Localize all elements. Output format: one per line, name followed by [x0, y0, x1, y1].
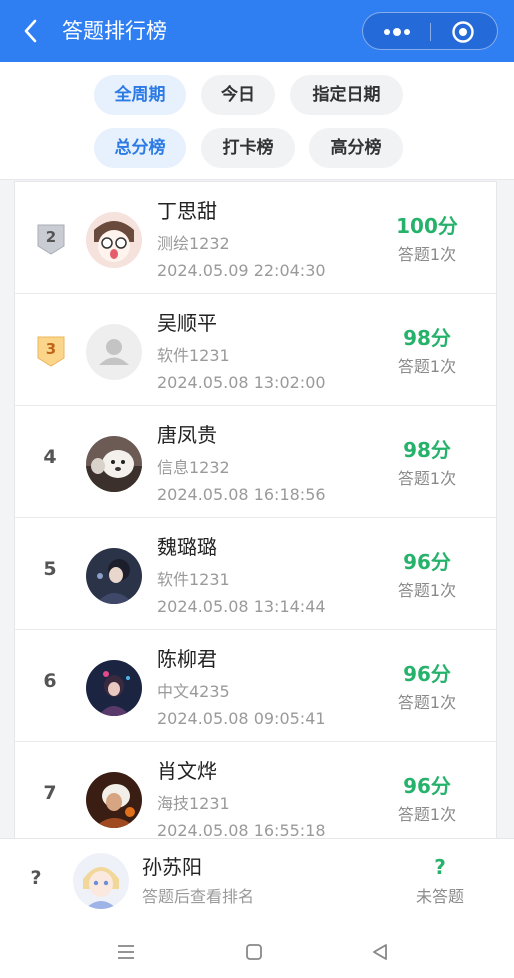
target-circle-icon[interactable]: [451, 20, 475, 44]
score-value: 98分: [403, 438, 451, 462]
class-label: 信息1232: [157, 458, 230, 477]
tab-total-score[interactable]: 总分榜: [94, 128, 186, 168]
answer-count: 答题1次: [397, 245, 457, 264]
system-nav-bar: [0, 926, 514, 978]
default-user-avatar: [86, 324, 142, 380]
answer-count: 答题1次: [397, 693, 457, 712]
avatar: [86, 660, 142, 716]
rank-number: 5: [43, 558, 57, 580]
filter-specific-date[interactable]: 指定日期: [290, 75, 403, 115]
user-name: 吴顺平: [157, 311, 217, 335]
class-label: 测绘1232: [157, 234, 230, 253]
ranking-row[interactable]: 3 吴顺平 软件1231 2024.05.08 13:02:00 98分 答题1…: [15, 294, 496, 406]
class-label: 海技1231: [157, 794, 230, 813]
score-value: 96分: [403, 774, 451, 798]
class-label: 软件1231: [157, 570, 230, 589]
avatar: [86, 548, 142, 604]
my-rank-hint: 答题后查看排名: [142, 887, 255, 906]
ranking-row[interactable]: 2 丁思甜 测绘1232 2024.05.09 22:04:30 100分 答题…: [15, 182, 496, 294]
timestamp: 2024.05.08 13:14:44: [157, 597, 326, 616]
title-bar: 答题排行榜: [0, 0, 514, 62]
timestamp: 2024.05.08 16:18:56: [157, 485, 326, 504]
score-value: 96分: [403, 662, 451, 686]
score-value: 98分: [403, 326, 451, 350]
avatar: [86, 212, 142, 268]
filter-today[interactable]: 今日: [201, 75, 275, 115]
ranking-list[interactable]: 2 丁思甜 测绘1232 2024.05.09 22:04:30 100分 答题…: [14, 181, 497, 841]
capsule-divider: [430, 23, 431, 41]
user-name: 陈柳君: [157, 647, 217, 671]
timestamp: 2024.05.08 09:05:41: [157, 709, 326, 728]
filter-panel: 全周期 今日 指定日期 总分榜 打卡榜 高分榜: [0, 62, 514, 180]
user-name: 丁思甜: [157, 199, 217, 223]
tab-checkin[interactable]: 打卡榜: [201, 128, 295, 168]
my-avatar: [73, 853, 129, 909]
ranking-row[interactable]: 7 肖文烨 海技1231 2024.05.08 16:55:18 96分 答题1…: [15, 742, 496, 840]
timestamp: 2024.05.09 22:04:30: [157, 261, 326, 280]
user-name: 魏璐璐: [157, 535, 217, 559]
more-dots-icon[interactable]: [379, 23, 415, 41]
ranking-row[interactable]: 6 陈柳君 中文4235 2024.05.08 09:05:41 96分 答题1…: [15, 630, 496, 742]
chevron-left-icon[interactable]: [20, 17, 42, 45]
tab-high-score[interactable]: 高分榜: [309, 128, 403, 168]
rank-number: 2: [45, 228, 57, 246]
my-score: ?: [434, 855, 446, 879]
bronze-medal-icon: 3: [35, 334, 67, 368]
mini-program-capsule: [362, 12, 498, 50]
menu-icon[interactable]: [112, 938, 140, 966]
score-value: 100分: [396, 214, 458, 238]
avatar: [86, 436, 142, 492]
answer-count: 答题1次: [397, 469, 457, 488]
answer-count: 答题1次: [397, 357, 457, 376]
class-label: 中文4235: [157, 682, 230, 701]
timestamp: 2024.05.08 13:02:00: [157, 373, 326, 392]
rank-number: 4: [43, 446, 57, 468]
avatar: [86, 772, 142, 828]
score-value: 96分: [403, 550, 451, 574]
silver-medal-icon: 2: [35, 222, 67, 256]
class-label: 软件1231: [157, 346, 230, 365]
home-square-icon[interactable]: [240, 938, 268, 966]
rank-number: 7: [43, 782, 57, 804]
user-name: 肖文烨: [157, 759, 217, 783]
answer-count: 答题1次: [397, 581, 457, 600]
page-title: 答题排行榜: [62, 19, 167, 43]
my-status: 未答题: [415, 887, 464, 906]
ranking-row[interactable]: 4 唐凤贵 信息1232 2024.05.08 16:18:56 98分 答题1…: [15, 406, 496, 518]
my-name: 孙苏阳: [142, 855, 202, 879]
answer-count: 答题1次: [397, 805, 457, 824]
my-rank-number: ?: [30, 867, 42, 889]
rank-number: 6: [43, 670, 57, 692]
user-name: 唐凤贵: [157, 423, 217, 447]
app-root: 答题排行榜 全周期 今日 指定日期 总分榜 打卡榜 高分榜 2 丁思甜 测绘12…: [0, 0, 514, 978]
my-rank-bar: ? 孙苏阳 答题后查看排名 ? 未答题: [0, 838, 514, 926]
filter-all-period[interactable]: 全周期: [94, 75, 186, 115]
ranking-row[interactable]: 5 魏璐璐 软件1231 2024.05.08 13:14:44 96分 答题1…: [15, 518, 496, 630]
rank-number: 3: [45, 340, 57, 358]
back-triangle-icon[interactable]: [366, 938, 394, 966]
